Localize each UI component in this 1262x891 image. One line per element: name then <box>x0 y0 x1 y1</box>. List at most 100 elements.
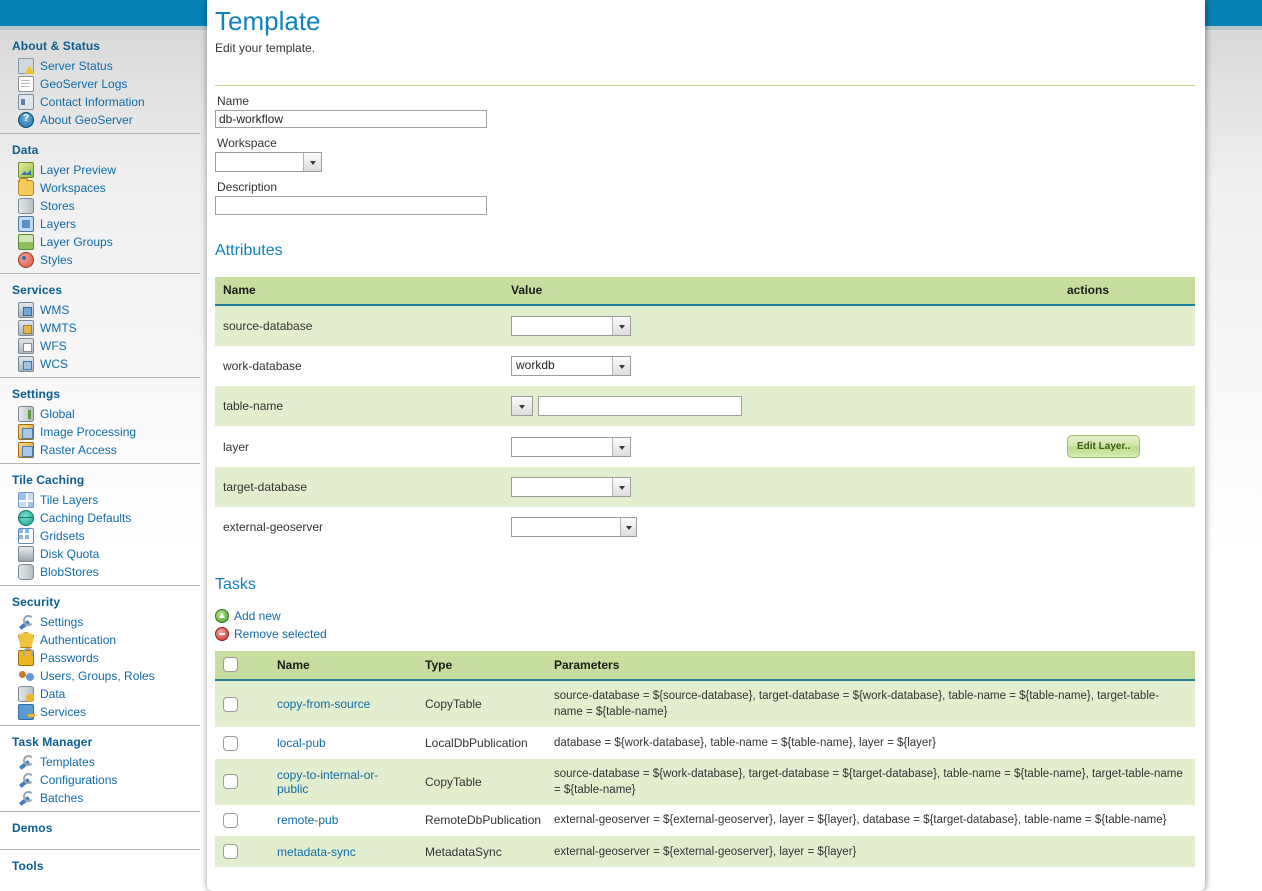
task-row-checkbox[interactable] <box>223 697 238 712</box>
sidebar-item-stores[interactable]: Stores <box>0 197 200 215</box>
wfs-service-icon <box>18 338 34 354</box>
workspace-select[interactable] <box>215 152 322 172</box>
attribute-actions-cell: Edit Layer.. <box>1059 426 1195 467</box>
sidebar-item-about-geoserver[interactable]: About GeoServer <box>0 111 200 129</box>
sidebar-item-label: Authentication <box>40 632 116 648</box>
sidebar-item-image-processing[interactable]: Image Processing <box>0 423 200 441</box>
edit-layer-button[interactable]: Edit Layer.. <box>1067 435 1140 458</box>
sidebar-item-wmts[interactable]: WMTS <box>0 319 200 337</box>
sidebar-item-contact-information[interactable]: Contact Information <box>0 93 200 111</box>
content-panel: Template Edit your template. Name Worksp… <box>207 0 1205 891</box>
task-name-link[interactable]: copy-to-internal-or-public <box>277 768 378 796</box>
sidebar-item-styles[interactable]: Styles <box>0 251 200 269</box>
sidebar-item-services[interactable]: Services <box>0 703 200 721</box>
attribute-text-input-table-name[interactable] <box>538 396 742 416</box>
chevron-down-icon <box>612 478 630 496</box>
chevron-down-icon <box>612 438 630 456</box>
attribute-select-value <box>512 438 612 456</box>
attributes-col-name: Name <box>215 277 503 305</box>
sidebar-item-users-groups-roles[interactable]: Users, Groups, Roles <box>0 667 200 685</box>
wrench-icon <box>18 754 34 770</box>
sidebar-item-global[interactable]: Global <box>0 405 200 423</box>
tasks-table-head: Name Type Parameters <box>215 651 1195 680</box>
add-new-task-link[interactable]: Add new <box>215 609 281 623</box>
tasks-col-type: Type <box>417 651 546 680</box>
attributes-col-value: Value <box>503 277 1059 305</box>
attribute-select-table-name[interactable] <box>511 396 533 416</box>
attribute-select-external-geoserver[interactable] <box>511 517 637 537</box>
sidebar-item-caching-defaults[interactable]: Caching Defaults <box>0 509 200 527</box>
attribute-actions-cell <box>1059 507 1195 547</box>
sidebar-item-label: About GeoServer <box>40 112 133 128</box>
attribute-select-target-database[interactable] <box>511 477 631 497</box>
task-row-checkbox[interactable] <box>223 774 238 789</box>
sidebar-item-passwords[interactable]: Passwords <box>0 649 200 667</box>
sidebar-item-authentication[interactable]: Authentication <box>0 631 200 649</box>
sidebar-item-templates[interactable]: Templates <box>0 753 200 771</box>
sidebar-item-wms[interactable]: WMS <box>0 301 200 319</box>
sidebar-item-blobstores[interactable]: BlobStores <box>0 563 200 581</box>
sidebar-item-tile-layers[interactable]: Tile Layers <box>0 491 200 509</box>
add-new-task-label: Add new <box>234 609 281 623</box>
task-select-cell <box>215 836 269 867</box>
attribute-select-source-database[interactable] <box>511 316 631 336</box>
sidebar-item-geoserver-logs[interactable]: GeoServer Logs <box>0 75 200 93</box>
wms-service-icon <box>18 302 34 318</box>
sidebar-item-label: Gridsets <box>40 528 85 544</box>
attribute-select-layer[interactable] <box>511 437 631 457</box>
attributes-header-row: Name Value actions <box>215 277 1195 305</box>
task-parameters: external-geoserver = ${external-geoserve… <box>546 805 1195 836</box>
sidebar-group-heading: Tile Caching <box>0 464 200 491</box>
sidebar-item-label: Styles <box>40 252 73 268</box>
task-name-link[interactable]: local-pub <box>277 736 326 750</box>
sidebar-item-gridsets[interactable]: Gridsets <box>0 527 200 545</box>
chevron-down-icon <box>303 153 321 171</box>
layer-groups-icon <box>18 234 34 250</box>
task-row: copy-from-sourceCopyTablesource-database… <box>215 680 1195 727</box>
sidebar-item-data[interactable]: Data <box>0 685 200 703</box>
description-input[interactable] <box>215 196 487 215</box>
sidebar-item-layers[interactable]: Layers <box>0 215 200 233</box>
chevron-down-icon <box>612 357 630 375</box>
sidebar-item-wcs[interactable]: WCS <box>0 355 200 373</box>
sidebar-group: Tile CachingTile LayersCaching DefaultsG… <box>0 463 200 585</box>
remove-selected-tasks-link[interactable]: Remove selected <box>215 627 327 641</box>
sidebar-group-heading: Settings <box>0 378 200 405</box>
task-row-checkbox[interactable] <box>223 844 238 859</box>
sidebar-item-wfs[interactable]: WFS <box>0 337 200 355</box>
chevron-down-icon <box>612 317 630 335</box>
task-name-link[interactable]: remote-pub <box>277 813 338 827</box>
task-name-cell: local-pub <box>269 727 417 758</box>
select-all-tasks-checkbox[interactable] <box>223 657 238 672</box>
global-settings-icon <box>18 406 34 422</box>
sidebar-item-workspaces[interactable]: Workspaces <box>0 179 200 197</box>
sidebar-item-label: Services <box>40 704 86 720</box>
description-field-label: Description <box>215 172 1195 196</box>
sidebar-item-configurations[interactable]: Configurations <box>0 771 200 789</box>
task-parameters: external-geoserver = ${external-geoserve… <box>546 836 1195 867</box>
task-name-link[interactable]: metadata-sync <box>277 845 356 859</box>
sidebar-item-layer-groups[interactable]: Layer Groups <box>0 233 200 251</box>
sidebar-item-layer-preview[interactable]: Layer Preview <box>0 161 200 179</box>
sidebar-group: ServicesWMSWMTSWFSWCS <box>0 273 200 377</box>
tile-layers-icon <box>18 492 34 508</box>
task-row-checkbox[interactable] <box>223 813 238 828</box>
sidebar-group: Demos <box>0 811 200 849</box>
tasks-heading: Tasks <box>215 575 1195 595</box>
sidebar-item-settings[interactable]: Settings <box>0 613 200 631</box>
sidebar-item-label: Layer Groups <box>40 234 113 250</box>
task-name-link[interactable]: copy-from-source <box>277 697 370 711</box>
sidebar-item-label: Tile Layers <box>40 492 98 508</box>
sidebar-item-server-status[interactable]: Server Status <box>0 57 200 75</box>
task-type: CopyTable <box>417 680 546 727</box>
sidebar-item-disk-quota[interactable]: Disk Quota <box>0 545 200 563</box>
name-input[interactable] <box>215 110 487 128</box>
task-row-checkbox[interactable] <box>223 736 238 751</box>
task-row: local-pubLocalDbPublicationdatabase = ${… <box>215 727 1195 758</box>
task-name-cell: copy-from-source <box>269 680 417 727</box>
folder-icon <box>18 180 34 196</box>
attribute-select-work-database[interactable]: workdb <box>511 356 631 376</box>
sidebar-item-batches[interactable]: Batches <box>0 789 200 807</box>
sidebar-item-raster-access[interactable]: Raster Access <box>0 441 200 459</box>
sidebar-group-heading: Demos <box>0 812 200 845</box>
